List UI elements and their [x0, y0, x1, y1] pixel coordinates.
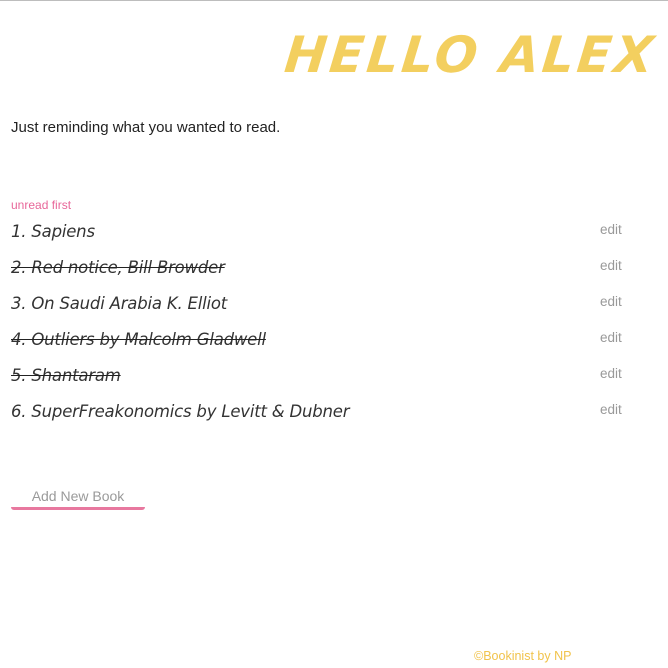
edit-link[interactable]: edit	[600, 402, 622, 417]
greeting-title: Hello Alex	[281, 26, 660, 84]
book-row: 3. On Saudi Arabia K. Elliot edit	[0, 290, 668, 326]
book-row: 6. SuperFreakonomics by Levitt & Dubner …	[0, 398, 668, 434]
book-list: 1. Sapiens edit 2. Red notice, Bill Brow…	[0, 218, 668, 434]
add-new-book-button[interactable]: Add New Book	[11, 484, 145, 510]
book-title[interactable]: 5. Shantaram	[11, 366, 121, 385]
book-title[interactable]: 6. SuperFreakonomics by Levitt & Dubner	[11, 402, 350, 421]
edit-link[interactable]: edit	[600, 366, 622, 381]
edit-link[interactable]: edit	[600, 222, 622, 237]
page-subtitle: Just reminding what you wanted to read.	[11, 119, 281, 136]
book-row: 4. Outliers by Malcolm Gladwell edit	[0, 326, 668, 362]
book-title[interactable]: 3. On Saudi Arabia K. Elliot	[11, 294, 227, 313]
edit-link[interactable]: edit	[600, 330, 622, 345]
book-row: 2. Red notice, Bill Browder edit	[0, 254, 668, 290]
edit-link[interactable]: edit	[600, 258, 622, 273]
book-row: 5. Shantaram edit	[0, 362, 668, 398]
edit-link[interactable]: edit	[600, 294, 622, 309]
book-title[interactable]: 4. Outliers by Malcolm Gladwell	[11, 330, 266, 349]
book-title[interactable]: 2. Red notice, Bill Browder	[11, 258, 225, 277]
book-row: 1. Sapiens edit	[0, 218, 668, 254]
book-title[interactable]: 1. Sapiens	[11, 222, 95, 241]
sort-unread-first-link[interactable]: unread first	[11, 198, 71, 212]
footer-credit: ©Bookinist by NP	[474, 649, 572, 663]
